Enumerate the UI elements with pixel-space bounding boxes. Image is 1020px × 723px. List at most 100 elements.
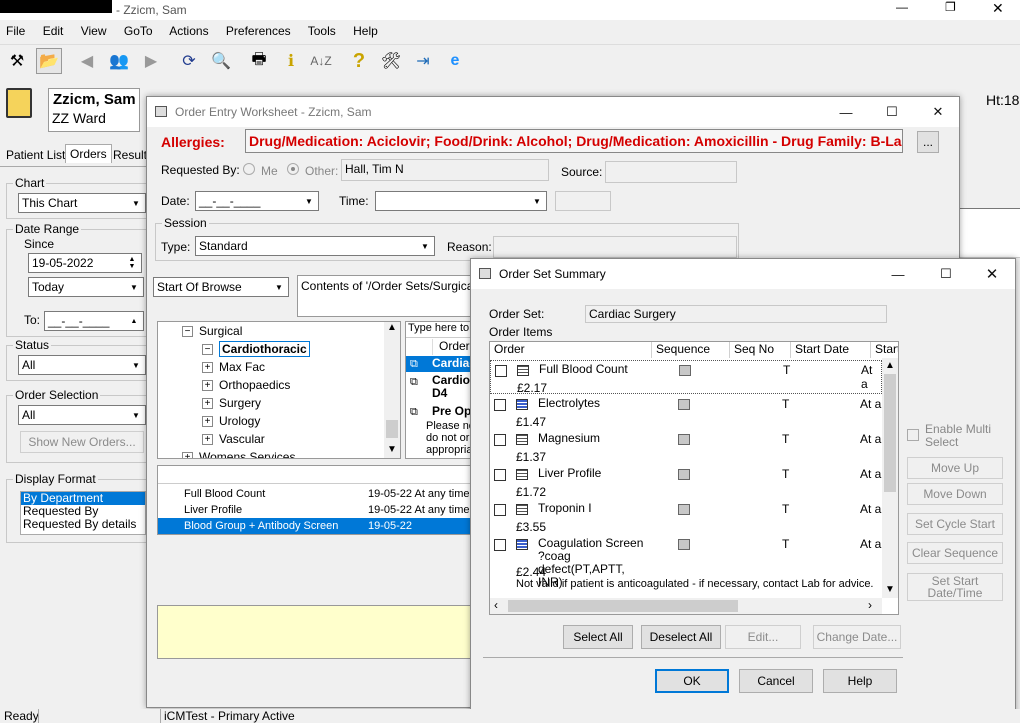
items-vscrollbar[interactable]: ▲ ▼ xyxy=(882,358,898,598)
sequence-box[interactable] xyxy=(679,365,691,376)
order-item-row[interactable]: Liver Profile T At a £1.72 xyxy=(490,465,882,499)
scroll-right-icon[interactable]: › xyxy=(868,598,872,612)
scroll-left-icon[interactable]: ‹ xyxy=(494,598,498,612)
notes-area[interactable] xyxy=(157,605,487,659)
sort-icon[interactable]: A↓Z xyxy=(308,48,334,74)
menu-help[interactable]: Help xyxy=(353,24,378,38)
edit-button[interactable]: Edit... xyxy=(725,625,801,649)
display-format-list[interactable]: By Department Requested By Requested By … xyxy=(20,491,146,535)
col-order[interactable]: Order xyxy=(490,342,652,358)
tree-node[interactable]: + Womens Services xyxy=(182,448,295,458)
tree-node[interactable]: − Cardiothoracic xyxy=(202,340,310,358)
help-icon[interactable]: ? xyxy=(346,48,372,74)
close-icon[interactable]: ✕ xyxy=(992,0,1004,17)
scroll-down-icon[interactable]: ▼ xyxy=(885,584,895,595)
me-radio[interactable] xyxy=(243,163,255,175)
close-icon[interactable]: ✕ xyxy=(923,101,953,123)
maximize-icon[interactable]: ☐ xyxy=(877,101,907,123)
expand-icon[interactable]: + xyxy=(182,451,193,458)
collapse-icon[interactable]: − xyxy=(202,343,213,355)
people-icon[interactable]: 👥 xyxy=(106,48,132,74)
tree-node[interactable]: + Orthopaedics xyxy=(202,376,290,394)
order-item-row[interactable]: Full Blood Count T At a £2.17 xyxy=(490,360,882,395)
selected-order-row[interactable]: Liver Profile 19-05-22 At any time xyxy=(158,502,486,518)
order-item-row[interactable]: Electrolytes T At a £1.47 xyxy=(490,395,882,429)
type-select[interactable]: Standard ▼ xyxy=(195,236,435,256)
col-sequence[interactable]: Sequence xyxy=(652,342,730,358)
expand-icon[interactable]: + xyxy=(202,433,213,445)
since-option-select[interactable]: Today ▼ xyxy=(28,277,144,297)
item-checkbox[interactable] xyxy=(495,365,507,377)
category-tree[interactable]: − Surgical − Cardiothoracic + Max Fac + Orthopa… xyxy=(157,321,401,459)
sequence-box[interactable] xyxy=(678,434,690,445)
folder-tools-icon[interactable]: 📂 xyxy=(36,48,62,74)
item-checkbox[interactable] xyxy=(494,434,506,446)
minimize-icon[interactable]: — xyxy=(831,101,861,123)
clear-sequence-button[interactable]: Clear Sequence xyxy=(907,542,1003,564)
tree-node[interactable]: + Vascular xyxy=(202,430,265,448)
spin-icon[interactable]: ▲ xyxy=(126,313,142,329)
help-button[interactable]: Help xyxy=(823,669,897,693)
sequence-box[interactable] xyxy=(678,504,690,515)
status-select[interactable]: All ▼ xyxy=(18,355,146,375)
scroll-thumb[interactable] xyxy=(386,420,398,438)
order-item-row[interactable]: Coagulation Screen ?coag defect(PT,APTT,… xyxy=(490,535,882,591)
tree-scrollbar[interactable]: ▲ ▼ xyxy=(384,322,400,458)
menu-actions[interactable]: Actions xyxy=(169,24,208,38)
back-icon[interactable]: ◀ xyxy=(74,48,100,74)
maximize-icon[interactable]: ☐ xyxy=(931,263,961,285)
since-date-input[interactable]: 19-05-2022 ▲ ▼ xyxy=(28,253,142,273)
scroll-down-icon[interactable]: ▼ xyxy=(387,444,397,455)
select-all-button[interactable]: Select All xyxy=(563,625,633,649)
set-start-date-time-button[interactable]: Set Start Date/Time xyxy=(907,573,1003,601)
forward-icon[interactable]: ▶ xyxy=(138,48,164,74)
enable-multi-select-checkbox[interactable] xyxy=(907,429,919,441)
chart-select[interactable]: This Chart ▼ xyxy=(18,193,146,213)
print-icon[interactable]: 🖶 xyxy=(246,48,272,74)
spin-icon[interactable]: ▲ ▼ xyxy=(124,255,140,271)
collapse-icon[interactable]: − xyxy=(182,325,193,337)
tree-node[interactable]: + Surgery xyxy=(202,394,261,412)
tools-icon[interactable]: 🛠 xyxy=(378,48,404,74)
to-date-input[interactable]: __-__-____ ▲ xyxy=(44,311,144,331)
ok-button[interactable]: OK xyxy=(655,669,729,693)
change-date-button[interactable]: Change Date... xyxy=(813,625,901,649)
exit-icon[interactable]: ⇥ xyxy=(410,48,436,74)
expand-icon[interactable]: + xyxy=(202,397,213,409)
browser-icon[interactable]: e xyxy=(442,48,468,74)
display-format-requested-by-details[interactable]: Requested By details xyxy=(21,518,145,531)
chevron-down-icon[interactable]: ▼ xyxy=(301,193,317,209)
selected-order-row[interactable]: Blood Group + Antibody Screen 19-05-22 xyxy=(158,518,486,534)
tab-patient-list[interactable]: Patient List xyxy=(6,148,65,162)
scroll-up-icon[interactable]: ▲ xyxy=(387,322,397,333)
scroll-hthumb[interactable] xyxy=(508,600,738,612)
col-start[interactable]: Start xyxy=(871,342,898,358)
minimize-icon[interactable]: — xyxy=(883,263,913,285)
menu-view[interactable]: View xyxy=(81,24,107,38)
sequence-box[interactable] xyxy=(678,399,690,410)
tab-orders[interactable]: Orders xyxy=(65,144,112,163)
item-checkbox[interactable] xyxy=(494,399,506,411)
expand-icon[interactable]: + xyxy=(202,415,213,427)
expand-icon[interactable]: + xyxy=(202,361,213,373)
date-input[interactable]: __-__-____ ▼ xyxy=(195,191,319,211)
tree-node[interactable]: + Urology xyxy=(202,412,260,430)
selected-orders-list[interactable]: Full Blood Count 19-05-22 At any time Live… xyxy=(157,465,487,535)
item-checkbox[interactable] xyxy=(494,539,506,551)
order-item-row[interactable]: Troponin I T At a £3.55 xyxy=(490,500,882,534)
set-cycle-start-button[interactable]: Set Cycle Start xyxy=(907,513,1003,535)
order-selection-select[interactable]: All ▼ xyxy=(18,405,146,425)
browse-select[interactable]: Start Of Browse ▼ xyxy=(153,277,289,297)
minimize-icon[interactable]: — xyxy=(896,0,908,14)
refresh-icon[interactable]: ⟳ xyxy=(176,48,202,74)
order-item-row[interactable]: Magnesium T At a £1.37 xyxy=(490,430,882,464)
scroll-thumb[interactable] xyxy=(884,374,896,492)
col-seq-no[interactable]: Seq No xyxy=(730,342,791,358)
scroll-up-icon[interactable]: ▲ xyxy=(885,360,895,371)
restore-icon[interactable]: ❐ xyxy=(945,0,956,14)
info-icon[interactable]: ℹ xyxy=(278,48,304,74)
allergies-more-button[interactable]: ... xyxy=(917,131,939,153)
other-radio[interactable] xyxy=(287,163,299,175)
time-select[interactable]: ▼ xyxy=(375,191,547,211)
menu-edit[interactable]: Edit xyxy=(43,24,64,38)
